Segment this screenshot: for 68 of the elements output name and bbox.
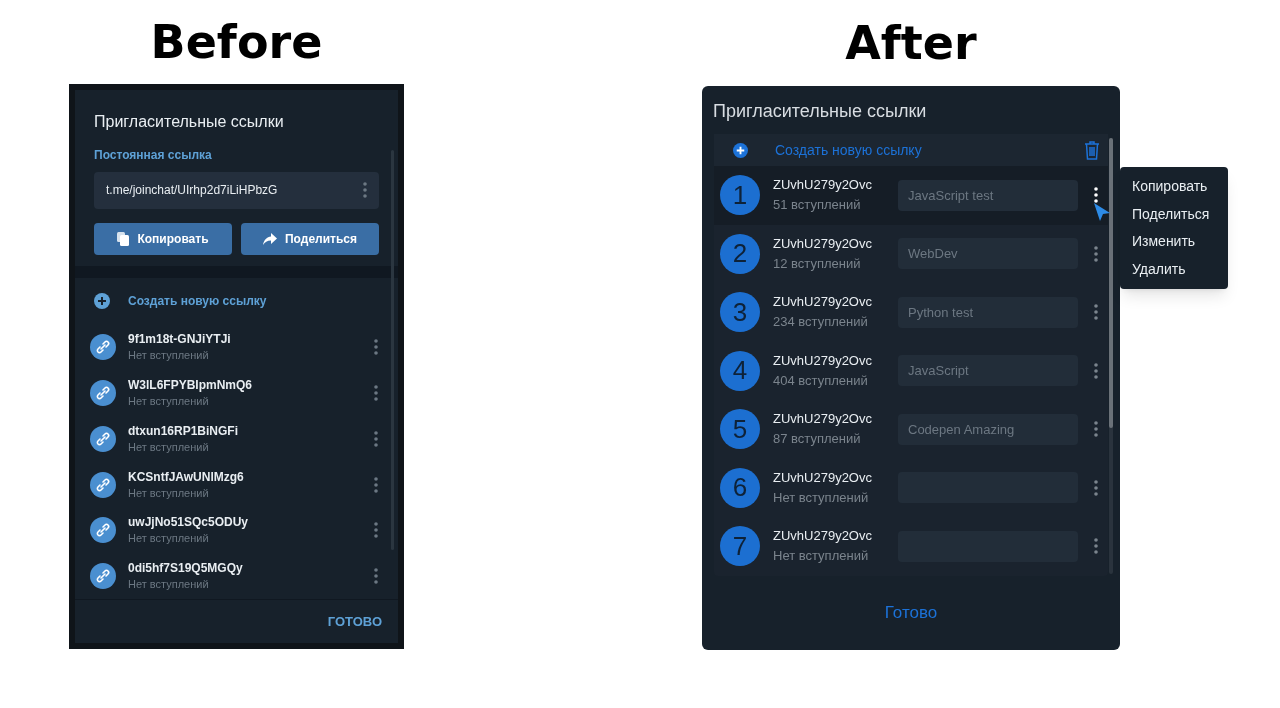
join-count: 51 вступлений: [773, 196, 862, 215]
menu-item[interactable]: Удалить: [1120, 255, 1228, 283]
link-icon: [90, 425, 116, 452]
link-code: ZUvhU279y2Ovc: [773, 293, 873, 312]
number-badge: 7: [720, 526, 760, 567]
link-icon: [90, 379, 116, 406]
link-code: W3lL6FPYBIpmNmQ6: [128, 376, 254, 393]
join-count: Нет вступлений: [128, 485, 210, 501]
number-badge: 1: [720, 175, 760, 216]
join-count: 234 вступлений: [773, 313, 869, 332]
field-value: JavaScript test: [908, 186, 994, 205]
number-badge: 2: [720, 233, 760, 274]
link-code: ZUvhU279y2Ovc: [773, 468, 873, 487]
join-count: Нет вступлений: [773, 547, 870, 566]
join-count: 404 вступлений: [773, 371, 869, 390]
trash-icon[interactable]: [1084, 140, 1100, 160]
plus-circle-icon[interactable]: [94, 292, 110, 309]
join-count: Нет вступлений: [128, 531, 210, 547]
menu-item[interactable]: Копировать: [1120, 173, 1228, 201]
dialog-title: Пригласительные ссылки: [93, 112, 285, 132]
join-count: 12 вступлений: [773, 254, 862, 273]
link-code: ZUvhU279y2Ovc: [773, 527, 873, 546]
link-code: ZUvhU279y2Ovc: [773, 410, 873, 429]
number-badge: 3: [720, 292, 760, 333]
section-label: Постоянная ссылка: [93, 146, 213, 164]
link-code: ZUvhU279y2Ovc: [773, 234, 873, 253]
menu-item[interactable]: Поделиться: [1120, 200, 1228, 228]
link-code: ZUvhU279y2Ovc: [773, 176, 873, 195]
link-icon: [90, 471, 116, 498]
link-code: 0di5hf7S19Q5MGQy: [128, 560, 244, 577]
join-count: 87 вступлений: [773, 430, 862, 449]
link-code: 9f1m18t-GNJiYTJi: [128, 330, 232, 347]
link-icon: [90, 333, 116, 360]
link-code: ZUvhU279y2Ovc: [773, 351, 873, 370]
join-count: Нет вступлений: [128, 577, 210, 593]
join-count: Нет вступлений: [128, 347, 210, 363]
join-count: Нет вступлений: [128, 439, 210, 455]
field-value: Codepen Amazing: [908, 420, 1015, 439]
share-button[interactable]: Поделиться: [241, 223, 379, 256]
link-code: dtxun16RP1BiNGFi: [128, 422, 239, 439]
link-row[interactable]: 7 ZUvhU279y2Ovc Нет вступлений: [714, 517, 1108, 576]
create-link[interactable]: Создать новую ссылку: [128, 291, 267, 310]
link-code: KCSntfJAwUNlMzg6: [128, 468, 245, 485]
link-row[interactable]: 1 ZUvhU279y2Ovc 51 вступлений JavaScript test: [714, 166, 1108, 225]
heading: Before: [149, 13, 324, 71]
link-field[interactable]: t.me/joinchat/UIrhp2d7iLiHPbzG: [94, 171, 379, 210]
link-text: t.me/joinchat/UIrhp2d7iLiHPbzG: [106, 182, 278, 200]
dialog-title: Пригласительные ссылки: [712, 100, 928, 123]
link-icon: [90, 517, 116, 544]
number-badge: 5: [720, 409, 760, 450]
field-value: WebDev: [908, 245, 958, 263]
field-value: Python test: [908, 303, 974, 322]
field-value: JavaScript: [908, 362, 969, 380]
link-code: uwJjNo51SQc5ODUy: [128, 514, 250, 531]
join-count: Нет вступлений: [773, 488, 870, 507]
number-badge: 6: [720, 467, 760, 508]
join-count: Нет вступлений: [128, 393, 210, 409]
more-icon[interactable]: [1094, 187, 1098, 204]
number-badge: 4: [720, 350, 760, 391]
copy-button[interactable]: Копировать: [94, 223, 232, 256]
share-arrow-icon: [263, 233, 277, 246]
link-row[interactable]: 6 ZUvhU279y2Ovc Нет вступлений: [714, 458, 1108, 517]
copy-icon: [117, 232, 130, 247]
heading: After: [844, 14, 978, 72]
menu-item[interactable]: Изменить: [1120, 228, 1228, 256]
done-button[interactable]: ГОТОВО: [327, 611, 382, 632]
link-icon: [90, 563, 116, 590]
plus-circle-icon[interactable]: [733, 142, 748, 158]
